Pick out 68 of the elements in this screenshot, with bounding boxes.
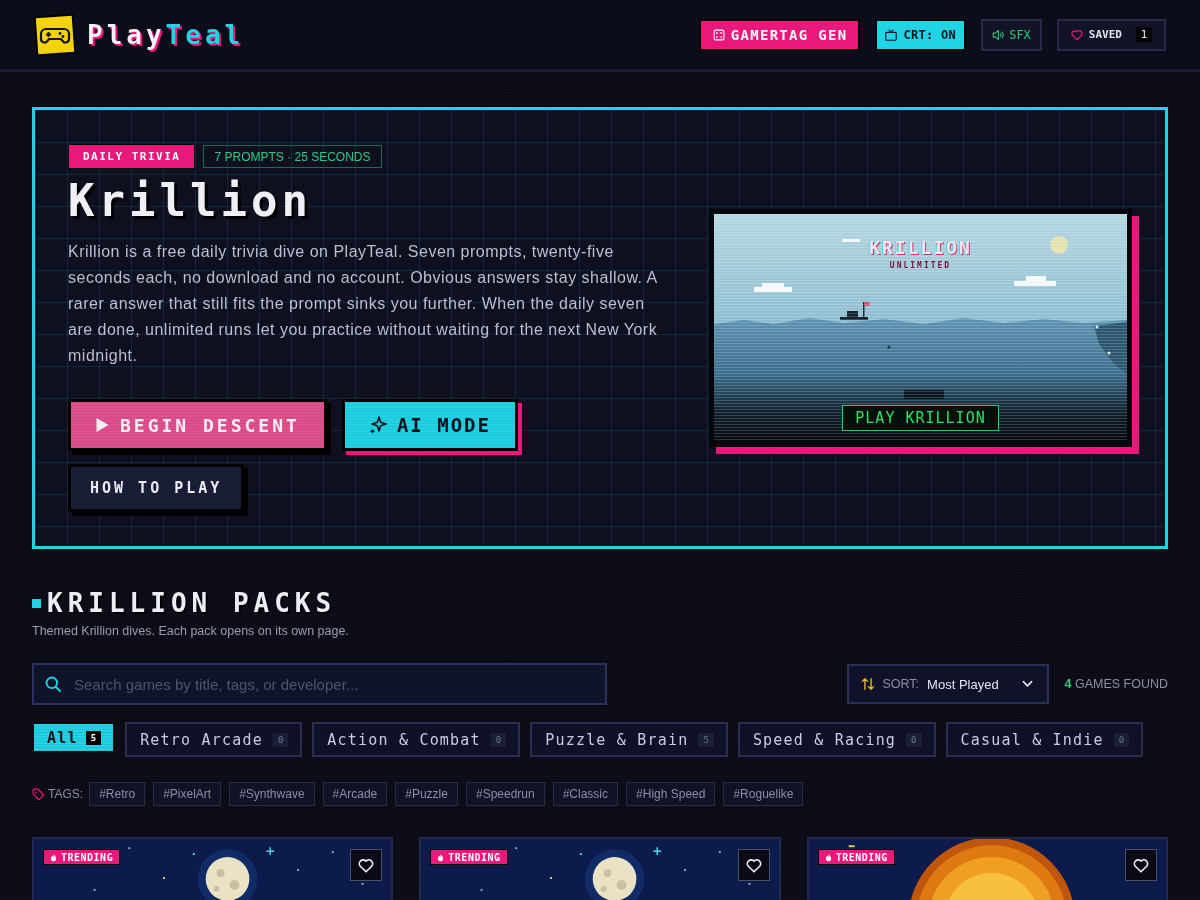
- square-marker-icon: [32, 598, 41, 608]
- game-card[interactable]: TRENDING: [419, 837, 781, 900]
- sort-arrows-icon: [860, 677, 875, 691]
- saved-count: 1: [1135, 27, 1152, 42]
- flame-icon: [824, 852, 832, 862]
- gamepad-logo-icon: [33, 12, 77, 57]
- tab-count: 0: [490, 732, 507, 747]
- section-title: KRILLION PACKS: [47, 589, 337, 617]
- tab-count: 5: [698, 732, 714, 747]
- trending-label: TRENDING: [835, 851, 888, 863]
- category-tab[interactable]: Speed & Racing 0: [737, 722, 936, 757]
- preview-title: KRILLION: [869, 238, 972, 258]
- heart-icon: [358, 857, 375, 873]
- preview-subtitle: UNLIMITED: [889, 261, 952, 270]
- gamertag-generator-button[interactable]: GAMERTAG GEN: [698, 18, 861, 51]
- play-game-button[interactable]: PLAY KRILLION: [842, 405, 999, 431]
- tag-chip[interactable]: #Roguelike: [723, 782, 804, 806]
- flame-icon: [437, 852, 445, 862]
- search-field[interactable]: Search games by title, tags, or developer...: [32, 663, 607, 705]
- tag-chip[interactable]: #Classic: [552, 782, 619, 806]
- category-tab[interactable]: All 5: [32, 722, 116, 753]
- dice-icon: [712, 28, 725, 41]
- category-tab[interactable]: Puzzle & Brain 5: [530, 722, 728, 757]
- heart-icon: [1133, 857, 1149, 873]
- category-tab[interactable]: Retro Arcade 0: [125, 722, 303, 757]
- game-meta: 7 PROMPTS · 25 SECONDS: [203, 145, 382, 168]
- category-tab[interactable]: Action & Combat 0: [312, 722, 521, 757]
- section-subtitle: Themed Krillion dives. Each pack opens on its own page.: [32, 624, 350, 638]
- trending-label: TRENDING: [61, 851, 114, 863]
- game-description: Krillion is a free daily trivia dive on PlayTeal. Seven prompts, twenty-five seconds each, no download and no account. Obvious answers stay shallow. A rarer answer that still fits the prompt sinks you further. When the daily seven are done, unlimited runs let you practice without waiting for the next New York midnight.: [68, 242, 659, 366]
- heart-icon: [1070, 28, 1083, 41]
- tab-count: 0: [1113, 732, 1130, 747]
- tag-chip[interactable]: #Puzzle: [395, 782, 458, 806]
- game-card[interactable]: TRENDING: [32, 837, 394, 900]
- sound-effects-button[interactable]: SFX: [981, 18, 1042, 51]
- tag-icon: [32, 787, 45, 801]
- tag-chip[interactable]: #Speedrun: [465, 782, 545, 806]
- sparkle-icon: [368, 416, 387, 434]
- saved-button[interactable]: SAVED 1: [1056, 18, 1166, 51]
- category-badge: DAILY TRIVIA: [68, 144, 196, 169]
- tag-chip[interactable]: #High Speed: [626, 782, 716, 806]
- heart-icon: [745, 857, 762, 873]
- tags-label: TAGS:: [48, 787, 84, 801]
- game-title: Krillion: [68, 177, 313, 225]
- search-icon: [45, 676, 61, 692]
- category-tab[interactable]: Casual & Indie 0: [945, 722, 1144, 757]
- tv-icon: [885, 28, 898, 41]
- tab-count: 5: [85, 730, 102, 745]
- tag-chip[interactable]: #PixelArt: [153, 782, 222, 806]
- trending-label: TRENDING: [448, 851, 501, 863]
- tag-chip[interactable]: #Arcade: [322, 782, 388, 806]
- chevron-down-icon: [1021, 680, 1033, 688]
- tab-count: 0: [272, 732, 289, 747]
- results-count: 4 GAMES FOUND: [1064, 677, 1168, 691]
- flame-icon: [50, 852, 57, 862]
- sort-value: Most Played: [927, 676, 1000, 692]
- tag-chip[interactable]: #Synthwave: [229, 782, 315, 806]
- tag-chip[interactable]: #Retro: [89, 782, 146, 806]
- favorite-button[interactable]: [1125, 849, 1157, 881]
- crt-toggle-button[interactable]: CRT: ON: [875, 18, 967, 51]
- favorite-button[interactable]: [350, 849, 383, 881]
- play-icon: [95, 417, 110, 433]
- sort-dropdown[interactable]: SORT: Most Played: [846, 664, 1049, 704]
- favorite-button[interactable]: [737, 849, 770, 881]
- tab-count: 0: [906, 732, 922, 747]
- sort-label: SORT:: [882, 677, 920, 691]
- game-card[interactable]: TRENDING: [806, 837, 1168, 900]
- speaker-icon: [992, 28, 1005, 41]
